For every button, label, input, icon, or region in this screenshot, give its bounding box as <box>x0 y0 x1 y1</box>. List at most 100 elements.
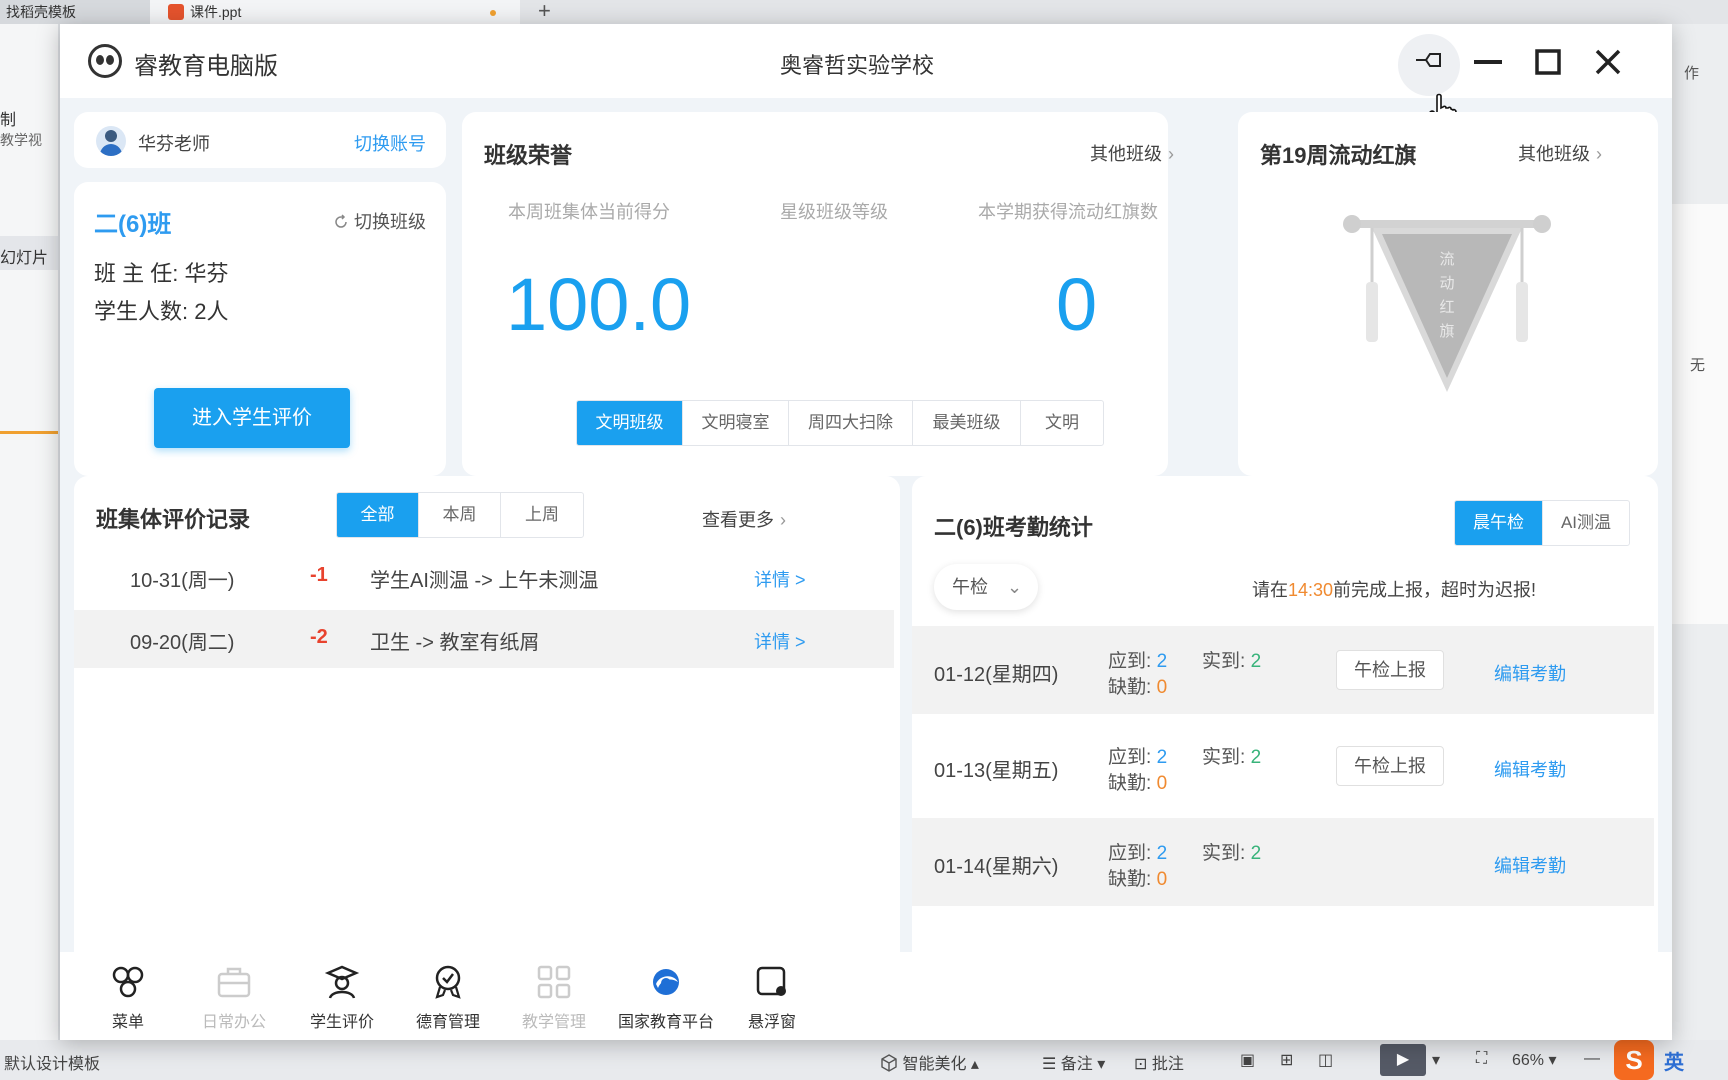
host-tab-label: 找稻壳模板 <box>6 4 76 20</box>
record-detail-link[interactable]: 详情 > <box>754 566 806 592</box>
flag-other-classes-link[interactable]: 其他班级 › <box>1518 140 1602 166</box>
dock-student-evaluation[interactable]: 学生评价 <box>294 952 390 1040</box>
absent-value: 0 <box>1156 677 1168 698</box>
host-divider <box>0 431 58 434</box>
record-row: 09-20(周二) -2 卫生 -> 教室有纸屑 详情 > <box>74 610 894 668</box>
due-count: 应到: 2 <box>1108 742 1167 769</box>
dock-menu[interactable]: 菜单 <box>80 952 176 1040</box>
dock-label: 教学管理 <box>521 1014 586 1031</box>
tab-civilized-dorm[interactable]: 文明寝室 <box>683 401 789 445</box>
view-grid-icon[interactable]: ⊞ <box>1280 1050 1293 1070</box>
dock-moral-education[interactable]: 德育管理 <box>400 952 496 1040</box>
tab-most-beautiful-class[interactable]: 最美班级 <box>913 401 1021 445</box>
other-classes-label: 其他班级 <box>1518 144 1590 164</box>
records-view-more-link[interactable]: 查看更多 › <box>702 506 786 532</box>
menu-icon <box>112 966 144 998</box>
unsaved-dot <box>490 10 496 16</box>
chevron-down-icon: ⌄ <box>1007 577 1023 597</box>
weekly-score-label: 本周班集体当前得分 <box>508 202 670 222</box>
view-more-label: 查看更多 <box>702 510 774 530</box>
class-honor-title: 班级荣誉 <box>484 143 573 168</box>
absent-label: 缺勤: <box>1108 677 1152 698</box>
minimize-button[interactable] <box>1468 42 1508 82</box>
title-bar: 睿教育电脑版 奥睿哲实验学校 <box>60 24 1672 130</box>
attendance-row: 01-13(星期五) 应到: 2 实到: 2 缺勤: 0 午检上报 编辑考勤 <box>912 722 1654 810</box>
zoom-level[interactable]: 66% ▾ <box>1512 1050 1557 1070</box>
check-type-select[interactable]: 午检 ⌄ <box>934 564 1038 610</box>
new-tab-icon[interactable]: + <box>538 0 551 22</box>
switch-class-button[interactable]: 切换班级 <box>333 208 426 234</box>
actual-label: 实到: <box>1202 747 1246 768</box>
edit-attendance-link[interactable]: 编辑考勤 <box>1494 852 1566 878</box>
close-button[interactable] <box>1588 42 1628 82</box>
attendance-row: 01-12(星期四) 应到: 2 实到: 2 缺勤: 0 午检上报 编辑考勤 <box>912 626 1654 714</box>
notes-button[interactable]: ☰ 备注 ▾ <box>1042 1050 1105 1074</box>
pin-icon <box>1416 53 1441 67</box>
honor-other-classes-link[interactable]: 其他班级 › <box>1090 140 1174 166</box>
tab-morning-noon-check[interactable]: 晨午检 <box>1455 501 1543 545</box>
edit-attendance-link[interactable]: 编辑考勤 <box>1494 756 1566 782</box>
check-type-value: 午检 <box>952 577 988 597</box>
float-window-icon <box>756 966 786 996</box>
dock-national-platform[interactable]: 国家教育平台 <box>612 952 720 1040</box>
status-template[interactable]: 默认设计模板 <box>4 1050 100 1074</box>
actual-value: 2 <box>1250 843 1262 864</box>
due-value: 2 <box>1156 747 1168 768</box>
view-reading-icon[interactable]: ◫ <box>1318 1050 1333 1070</box>
flag-char: 红 <box>1439 298 1454 316</box>
record-date: 09-20(周二) <box>130 632 235 654</box>
host-right-panel: 作 无 <box>1672 24 1728 1050</box>
report-deadline-notice: 请在14:30前完成上报，超时为迟报! <box>1252 576 1536 602</box>
sogou-ime-icon[interactable]: S <box>1614 1040 1654 1080</box>
dock-daily-office[interactable]: 日常办公 <box>186 952 282 1040</box>
noon-report-button[interactable]: 午检上报 <box>1336 650 1444 690</box>
refresh-icon <box>335 214 347 228</box>
host-tab-ppt[interactable]: 课件.ppt <box>150 0 520 24</box>
absent-count: 缺勤: 0 <box>1108 768 1167 795</box>
absent-label: 缺勤: <box>1108 773 1152 794</box>
pin-button[interactable] <box>1410 42 1450 82</box>
flag-count-value: 0 <box>1056 263 1098 346</box>
actual-count: 实到: 2 <box>1202 742 1261 769</box>
record-detail-link[interactable]: 详情 > <box>754 628 806 654</box>
noon-report-button[interactable]: 午检上报 <box>1336 746 1444 786</box>
tab-all[interactable]: 全部 <box>337 493 419 537</box>
absent-label: 缺勤: <box>1108 869 1152 890</box>
edit-attendance-link[interactable]: 编辑考勤 <box>1494 660 1566 686</box>
head-teacher-line: 班 主 任: 华芬 <box>94 256 228 288</box>
tab-this-week[interactable]: 本周 <box>419 493 501 537</box>
tab-civilized-class[interactable]: 文明班级 <box>577 401 683 445</box>
zoom-out-icon[interactable]: — <box>1584 1050 1600 1068</box>
dock-floating-window[interactable]: 悬浮窗 <box>724 952 820 1040</box>
app-name: 睿教育电脑版 <box>134 53 278 80</box>
beautify-button[interactable]: 智能美化 ▴ <box>880 1050 979 1074</box>
ppt-file-icon <box>168 4 184 20</box>
ime-mode[interactable]: 英 <box>1664 1046 1684 1075</box>
student-icon <box>324 965 360 999</box>
tab-last-week[interactable]: 上周 <box>501 493 583 537</box>
pennant-flag-icon: 流 动 红 旗 <box>1343 215 1551 392</box>
bottom-dock: 菜单 日常办公 学生评价 德育管理 教学管理 国家教育平台 悬浮窗 <box>60 952 1672 1040</box>
class-name: 二(6)班 <box>94 211 172 238</box>
tab-ai-temperature[interactable]: AI测温 <box>1543 501 1629 545</box>
maximize-button[interactable] <box>1528 42 1568 82</box>
fit-window-icon[interactable]: ⛶ <box>1476 1050 1487 1068</box>
due-value: 2 <box>1156 651 1168 672</box>
play-button[interactable]: ▶ <box>1380 1044 1426 1076</box>
records-title: 班集体评价记录 <box>96 507 251 532</box>
comments-button[interactable]: ⊡ 批注 <box>1134 1050 1184 1074</box>
attendance-date: 01-14(星期六) <box>934 856 1059 878</box>
tab-civilized[interactable]: 文明 <box>1021 401 1103 445</box>
enter-student-evaluation-button[interactable]: 进入学生评价 <box>154 388 350 448</box>
switch-account-link[interactable]: 切换账号 <box>354 130 426 156</box>
due-label: 应到: <box>1108 651 1152 672</box>
dock-teaching-management[interactable]: 教学管理 <box>506 952 602 1040</box>
notice-time: 14:30 <box>1288 580 1334 600</box>
play-dropdown-icon[interactable]: ▾ <box>1432 1050 1440 1070</box>
host-tab-templates[interactable]: 找稻壳模板 <box>0 0 150 24</box>
dock-label: 德育管理 <box>415 1014 480 1031</box>
view-normal-icon[interactable]: ▣ <box>1240 1050 1255 1070</box>
records-period-tabs: 全部 本周 上周 <box>336 492 584 538</box>
record-row: 10-31(周一) -1 学生AI测温 -> 上午未测温 详情 > <box>74 548 894 606</box>
tab-thursday-cleaning[interactable]: 周四大扫除 <box>789 401 913 445</box>
